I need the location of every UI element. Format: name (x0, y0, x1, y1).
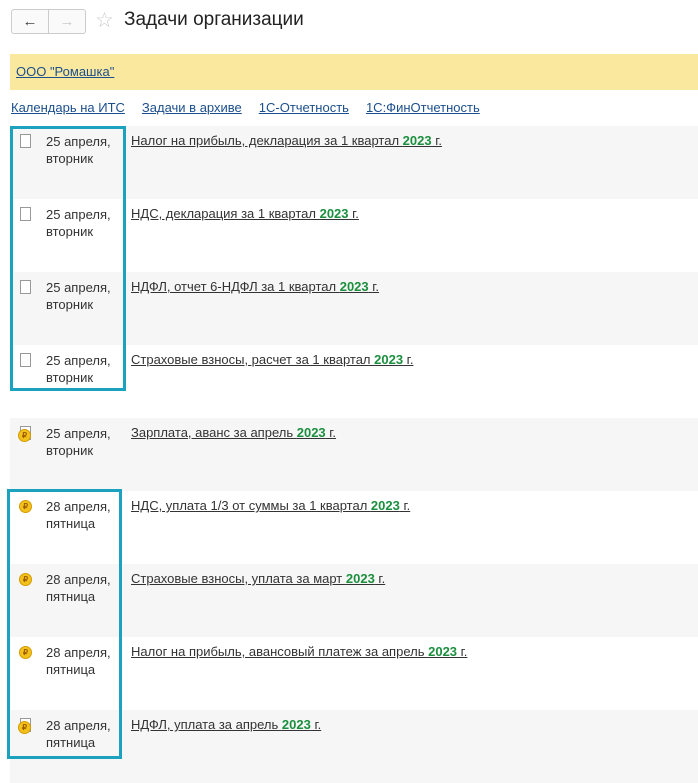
task-link[interactable]: Страховые взносы, расчет за 1 квартал 20… (131, 352, 413, 367)
task-row: 25 апреля, вторник Налог на прибыль, декл… (10, 126, 698, 199)
task-row: ₽ 28 апреля, пятница НДФЛ, уплата за апре… (10, 710, 698, 783)
task-row: 25 апреля, вторник НДС, декларация за 1 к… (10, 199, 698, 272)
task-link[interactable]: Налог на прибыль, декларация за 1 кварта… (131, 133, 442, 148)
task-list: 25 апреля, вторник Налог на прибыль, декл… (10, 126, 698, 783)
task-link[interactable]: НДС, уплата 1/3 от суммы за 1 квартал 20… (131, 498, 410, 513)
task-date: 25 апреля, вторник (46, 280, 111, 312)
task-date: 25 апреля, вторник (46, 207, 111, 239)
task-link[interactable]: Налог на прибыль, авансовый платеж за ап… (131, 644, 467, 659)
document-ruble-icon: ₽ (18, 718, 32, 734)
task-date: 25 апреля, вторник (46, 353, 111, 385)
task-row: 25 апреля, вторник НДФЛ, отчет 6-НДФЛ за … (10, 272, 698, 345)
task-date: 28 апреля, пятница (46, 645, 111, 677)
ruble-coin-icon: ₽ (18, 572, 32, 587)
task-row: ₽ 28 апреля, пятница Страховые взносы, уп… (10, 564, 698, 637)
links-bar: Календарь на ИТС Задачи в архиве 1С-Отче… (11, 100, 480, 115)
navigation-buttons: ← → (11, 9, 86, 34)
link-1c-finreporting[interactable]: 1С:ФинОтчетность (366, 100, 480, 115)
ruble-coin-icon: ₽ (18, 645, 32, 660)
task-link[interactable]: Страховые взносы, уплата за март 2023 г. (131, 571, 385, 586)
document-ruble-icon: ₽ (18, 426, 32, 442)
task-row: ₽ 28 апреля, пятница НДС, уплата 1/3 от с… (10, 491, 698, 564)
document-icon (18, 353, 32, 368)
task-date: 28 апреля, пятница (46, 718, 111, 750)
organization-link[interactable]: ООО "Ромашка" (16, 64, 114, 79)
task-date: 28 апреля, пятница (46, 572, 111, 604)
ruble-coin-icon: ₽ (18, 499, 32, 514)
organization-bar: ООО "Ромашка" (10, 54, 698, 90)
task-link[interactable]: Зарплата, аванс за апрель 2023 г. (131, 425, 336, 440)
task-date: 25 апреля, вторник (46, 426, 111, 458)
task-row: ₽ 25 апреля, вторник Зарплата, аванс за а… (10, 418, 698, 491)
link-its-calendar[interactable]: Календарь на ИТС (11, 100, 125, 115)
task-row: 25 апреля, вторник Страховые взносы, расч… (10, 345, 698, 418)
link-1c-reporting[interactable]: 1С-Отчетность (259, 100, 349, 115)
task-date: 28 апреля, пятница (46, 499, 111, 531)
document-icon (18, 280, 32, 295)
task-link[interactable]: НДФЛ, уплата за апрель 2023 г. (131, 717, 321, 732)
task-date: 25 апреля, вторник (46, 134, 111, 166)
link-archive[interactable]: Задачи в архиве (142, 100, 242, 115)
task-link[interactable]: НДС, декларация за 1 квартал 2023 г. (131, 206, 359, 221)
favorite-star-icon[interactable]: ☆ (95, 8, 114, 33)
document-icon (18, 134, 32, 149)
task-link[interactable]: НДФЛ, отчет 6-НДФЛ за 1 квартал 2023 г. (131, 279, 379, 294)
document-icon (18, 207, 32, 222)
page-title: Задачи организации (124, 9, 304, 30)
forward-button[interactable]: → (49, 10, 85, 33)
task-row: ₽ 28 апреля, пятница Налог на прибыль, ав… (10, 637, 698, 710)
back-button[interactable]: ← (12, 10, 49, 33)
